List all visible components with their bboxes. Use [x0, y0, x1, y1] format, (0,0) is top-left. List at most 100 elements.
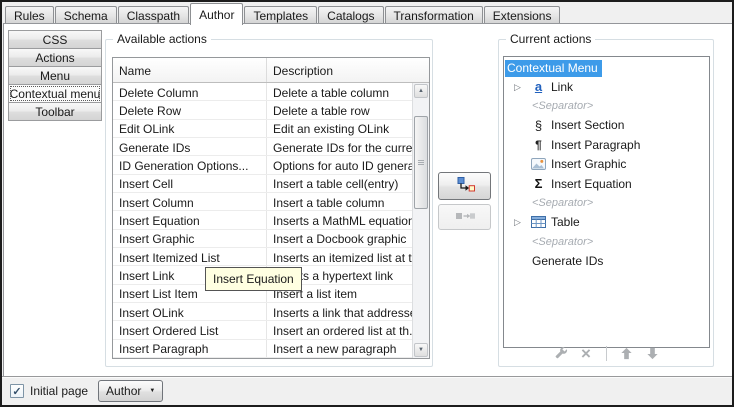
tab-rules[interactable]: Rules — [5, 6, 54, 24]
tree-item-table[interactable]: ▷Table — [504, 213, 709, 232]
table-scrollbar[interactable]: ▲ ▼ — [412, 83, 429, 358]
dropdown-value: Author — [106, 384, 141, 398]
transfer-buttons — [438, 172, 491, 234]
table-row[interactable]: Delete RowDelete a table row — [113, 101, 413, 119]
table-row[interactable]: Insert CellInsert a table cell(entry) — [113, 175, 413, 193]
sidebar-item-contextual-menu[interactable]: Contextual menu — [8, 84, 102, 103]
action-description: Insert an ordered list at th... — [267, 321, 413, 338]
table-row[interactable]: Insert ColumnInsert a table column — [113, 193, 413, 211]
tab-author[interactable]: Author — [190, 3, 243, 25]
tab-schema[interactable]: Schema — [55, 6, 117, 24]
remove-action-button[interactable]: × — [578, 345, 595, 362]
initial-page-label: Initial page — [30, 384, 88, 398]
available-actions-group: Available actions Name Description Delet… — [105, 39, 433, 367]
action-name: Insert Cell — [113, 175, 267, 192]
available-actions-table[interactable]: Name Description Delete ColumnDelete a t… — [112, 57, 430, 359]
table-row[interactable]: ID Generation Options...Options for auto… — [113, 156, 413, 174]
current-actions-title: Current actions — [506, 32, 595, 46]
tab-classpath[interactable]: Classpath — [118, 6, 189, 24]
tree-item-label: <Separator> — [532, 236, 593, 248]
action-name: Generate IDs — [113, 138, 267, 155]
scroll-down-icon[interactable]: ▼ — [414, 343, 428, 357]
dropdown-arrow-icon: ▼ — [149, 388, 155, 394]
table-row[interactable]: Insert OLinkInserts a link that addresse… — [113, 303, 413, 321]
tree-item-link[interactable]: ▷aLink — [504, 77, 709, 96]
tree-item-label: Insert Equation — [551, 177, 632, 191]
expander-icon[interactable]: ▷ — [514, 82, 529, 92]
tree-separator: <Separator> — [504, 96, 709, 115]
sigma-icon: Σ — [529, 176, 548, 191]
link-icon: a — [529, 80, 548, 93]
tree-separator: <Separator> — [504, 193, 709, 212]
toolbar-divider — [606, 346, 607, 361]
table-row[interactable]: Edit OLinkEdit an existing OLink — [113, 120, 413, 138]
map-action-icon — [455, 210, 475, 224]
tab-catalogs[interactable]: Catalogs — [318, 6, 383, 24]
current-actions-tree[interactable]: Contextual Menu ▷aLink<Separator>§Insert… — [503, 56, 710, 348]
action-name: Edit OLink — [113, 120, 267, 137]
author-configuration-window: RulesSchemaClasspathAuthorTemplatesCatal… — [0, 0, 734, 407]
table-row[interactable]: Insert ParagraphInsert a new paragraph — [113, 340, 413, 358]
scrollbar-thumb[interactable] — [414, 116, 428, 209]
action-name: ID Generation Options... — [113, 156, 267, 173]
tree-item-insert-equation[interactable]: ΣInsert Equation — [504, 174, 709, 193]
action-description: Inserts a link that addresse... — [267, 303, 413, 320]
action-description: Insert a Docbook graphic — [267, 230, 413, 247]
initial-page-dropdown[interactable]: Author ▼ — [98, 380, 163, 402]
table-row[interactable]: Insert GraphicInsert a Docbook graphic — [113, 230, 413, 248]
expander-icon[interactable]: ▷ — [514, 217, 529, 227]
tree-item-label: Generate IDs — [532, 254, 603, 268]
table-row[interactable]: Insert Itemized ListInserts an itemized … — [113, 248, 413, 266]
top-tabs: RulesSchemaClasspathAuthorTemplatesCatal… — [2, 2, 732, 24]
move-up-button[interactable] — [618, 345, 635, 362]
action-name: Insert Graphic — [113, 230, 267, 247]
action-description: Delete a table row — [267, 101, 413, 118]
drag-tooltip: Insert Equation — [205, 267, 302, 291]
column-header-name[interactable]: Name — [113, 58, 267, 82]
tree-toolbar: × — [499, 344, 713, 362]
action-name: Insert Itemized List — [113, 248, 267, 265]
current-actions-group: Current actions Contextual Menu ▷aLink<S… — [498, 39, 714, 367]
sidebar-item-menu[interactable]: Menu — [8, 66, 102, 85]
pilcrow-icon: ¶ — [529, 138, 548, 152]
table-row[interactable]: Insert EquationInserts a MathML equation — [113, 211, 413, 229]
action-name: Insert OLink — [113, 303, 267, 320]
tree-item-insert-section[interactable]: §Insert Section — [504, 116, 709, 135]
sidebar-item-toolbar[interactable]: Toolbar — [8, 102, 102, 121]
add-action-button[interactable] — [438, 172, 491, 200]
tree-item-label: <Separator> — [532, 197, 593, 209]
initial-page-checkbox[interactable]: ✓ — [10, 384, 24, 398]
action-name: Insert Ordered List — [113, 321, 267, 338]
image-icon — [529, 158, 548, 170]
table-row[interactable]: Generate IDsGenerate IDs for the curre..… — [113, 138, 413, 156]
sidebar-item-css[interactable]: CSS — [8, 30, 102, 49]
tab-transformation[interactable]: Transformation — [385, 6, 483, 24]
section-icon: § — [529, 118, 548, 133]
sidebar-item-actions[interactable]: Actions — [8, 48, 102, 67]
action-name: Insert Equation — [113, 211, 267, 228]
tab-extensions[interactable]: Extensions — [484, 6, 561, 24]
tree-separator: <Separator> — [504, 232, 709, 251]
column-header-description[interactable]: Description — [267, 58, 429, 82]
table-row[interactable]: Delete ColumnDelete a table column — [113, 83, 413, 101]
tree-item-insert-graphic[interactable]: Insert Graphic — [504, 155, 709, 174]
tree-item-label: Link — [551, 80, 573, 94]
map-action-button[interactable] — [438, 204, 491, 230]
tree-item-insert-paragraph[interactable]: ¶Insert Paragraph — [504, 135, 709, 154]
action-name: Delete Column — [113, 83, 267, 100]
action-name: Insert Paragraph — [113, 340, 267, 357]
action-description: Inserts a MathML equation — [267, 211, 413, 228]
scroll-up-icon[interactable]: ▲ — [414, 84, 428, 98]
author-tab-panel: CSSActionsMenuContextual menuToolbar Ava… — [3, 23, 733, 377]
edit-action-button[interactable] — [552, 345, 569, 362]
table-icon — [529, 216, 548, 228]
tree-root-contextual-menu[interactable]: Contextual Menu — [505, 60, 602, 77]
tree-item-generate-ids[interactable]: Generate IDs — [504, 252, 709, 271]
tab-templates[interactable]: Templates — [244, 6, 317, 24]
add-action-icon — [455, 177, 475, 195]
action-description: Edit an existing OLink — [267, 120, 413, 137]
table-row[interactable]: Insert Ordered ListInsert an ordered lis… — [113, 321, 413, 339]
move-down-button[interactable] — [644, 345, 661, 362]
action-description: Insert a table column — [267, 193, 413, 210]
tree-item-label: Insert Section — [551, 118, 624, 132]
